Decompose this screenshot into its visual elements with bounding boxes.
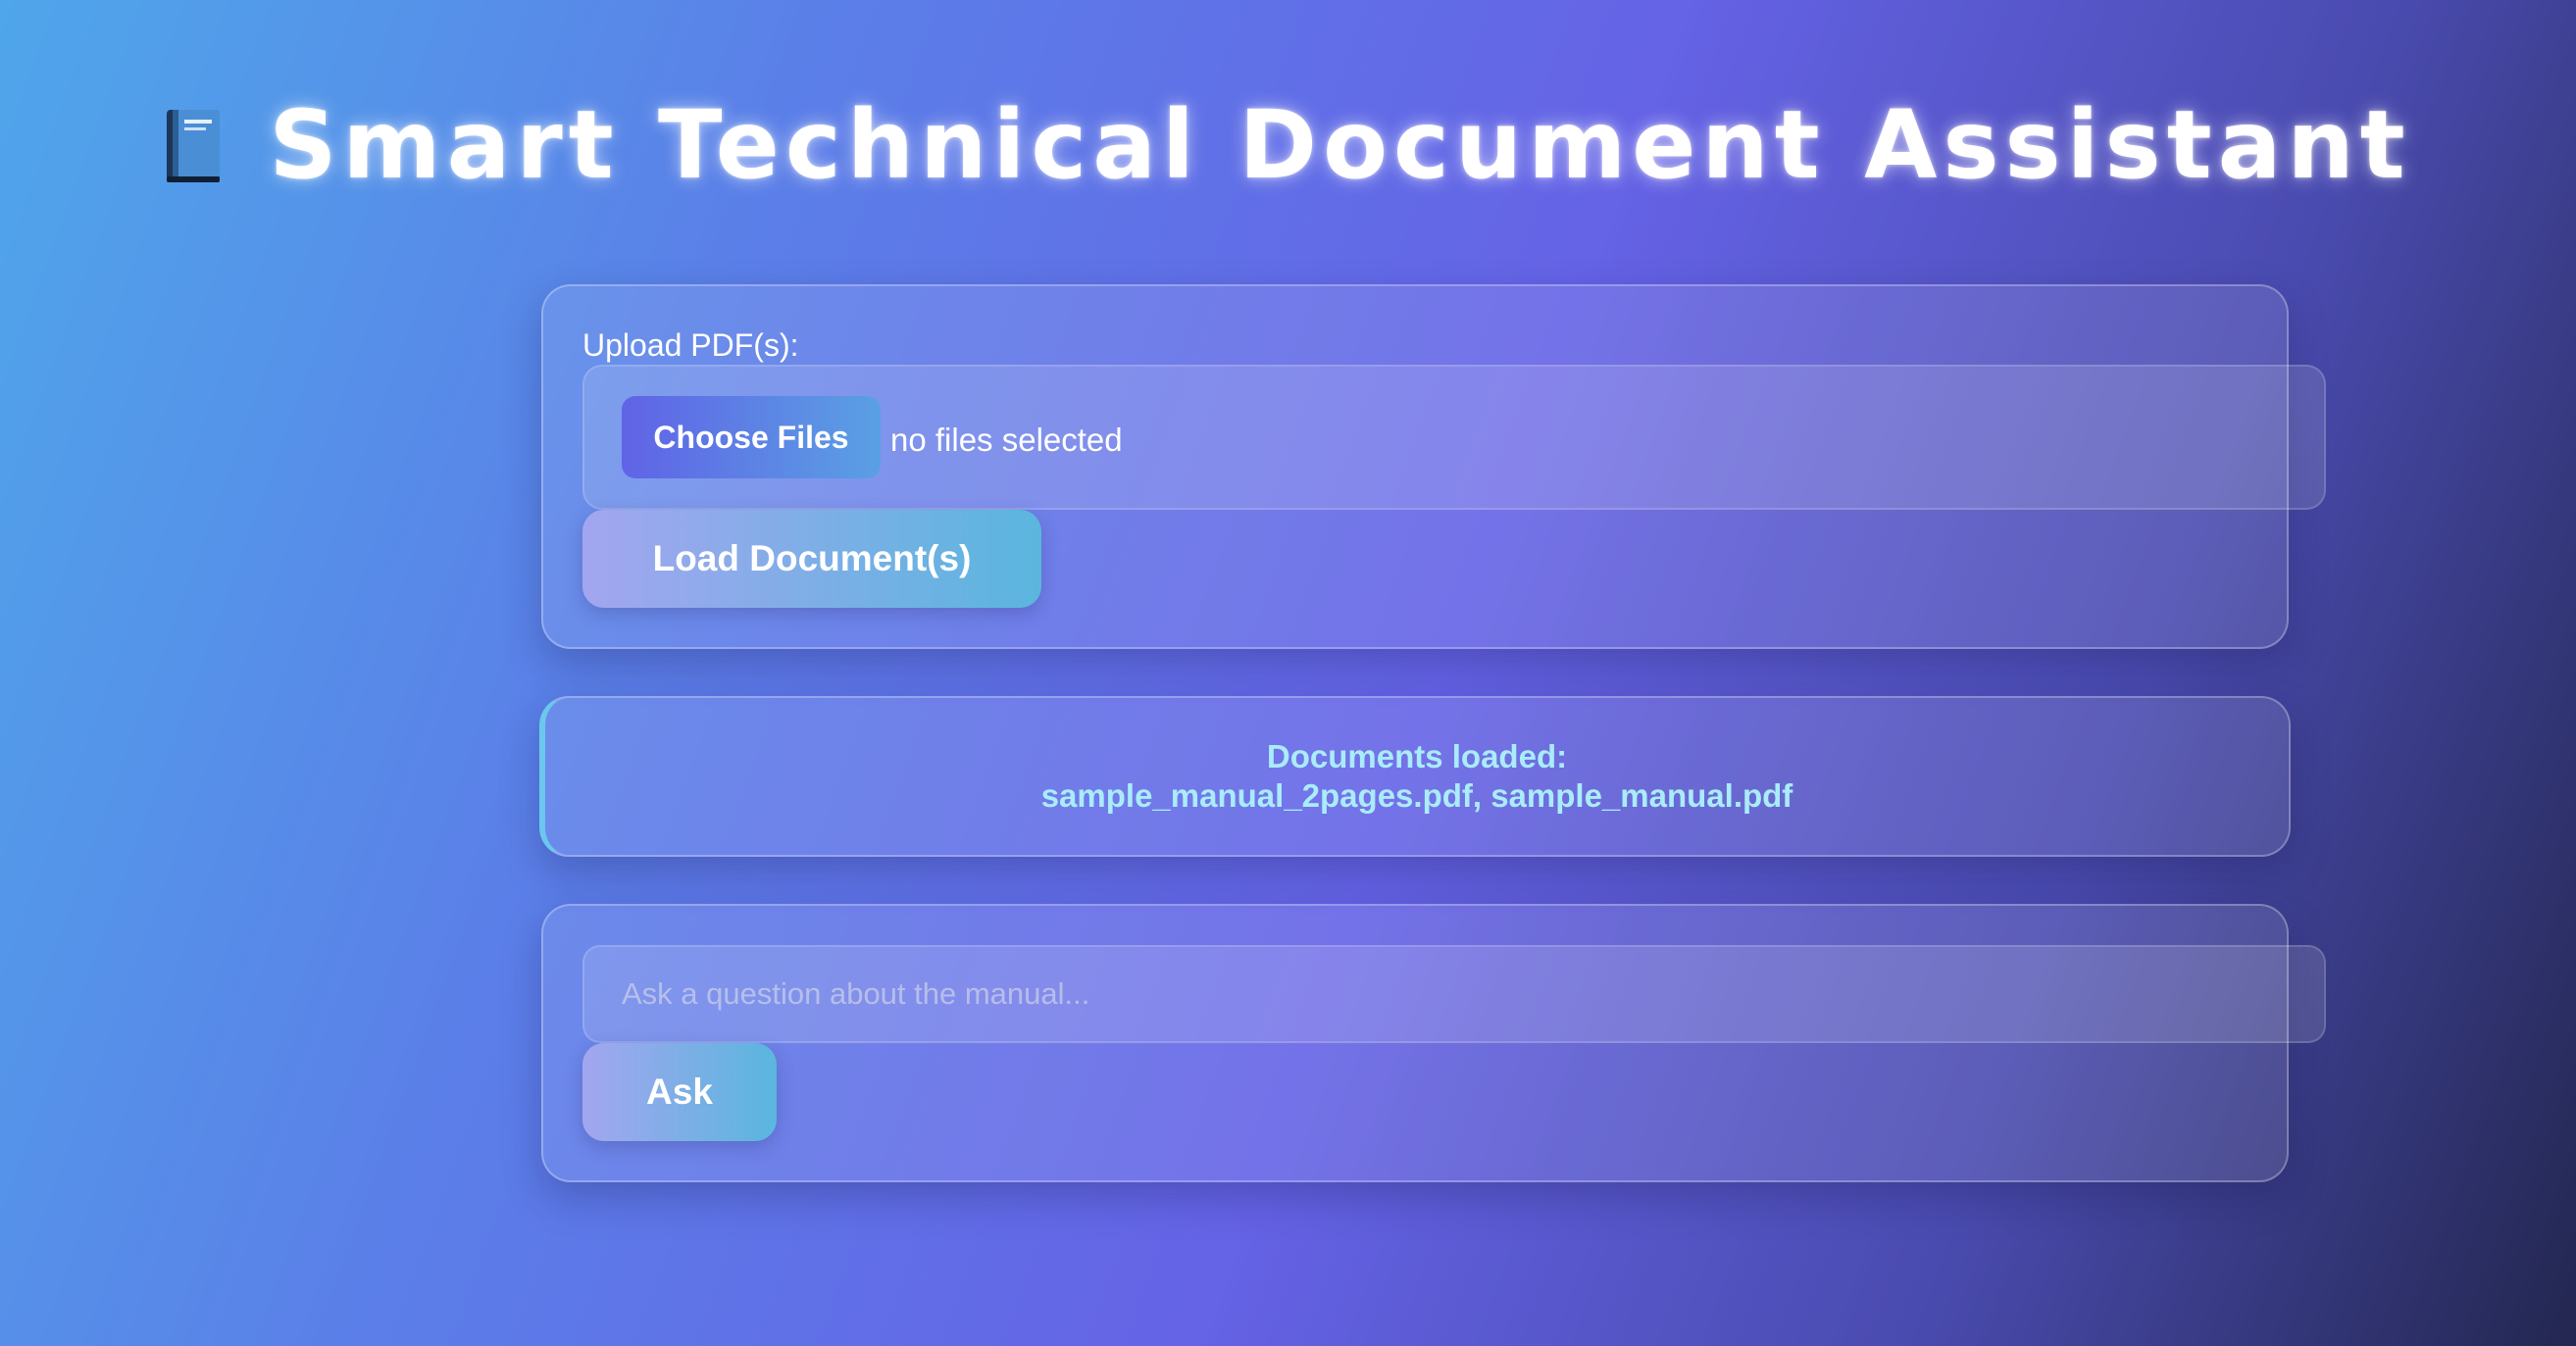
- documents-loaded-message: Documents loaded: sample_manual_2pages.p…: [545, 737, 2289, 816]
- book-icon: [165, 106, 224, 184]
- upload-card: Upload PDF(s): Choose Files no files sel…: [541, 284, 2326, 649]
- page-title: Smart Technical Document Assistant: [269, 90, 2411, 200]
- load-documents-button[interactable]: Load Document(s): [582, 510, 1041, 608]
- documents-loaded-label: Documents loaded:: [1266, 738, 1568, 774]
- choose-files-button[interactable]: Choose Files: [622, 396, 881, 478]
- file-input[interactable]: Choose Files no files selected: [582, 365, 2326, 510]
- upload-label: Upload PDF(s):: [582, 327, 799, 363]
- ask-card: Ask: [541, 904, 2326, 1182]
- status-card: Documents loaded: sample_manual_2pages.p…: [539, 696, 2291, 857]
- question-input[interactable]: [582, 945, 2326, 1043]
- file-selection-status: no files selected: [890, 422, 1123, 458]
- documents-loaded-list: sample_manual_2pages.pdf, sample_manual.…: [1040, 777, 1793, 814]
- header: Smart Technical Document Assistant: [0, 90, 2576, 200]
- ask-button[interactable]: Ask: [582, 1043, 777, 1141]
